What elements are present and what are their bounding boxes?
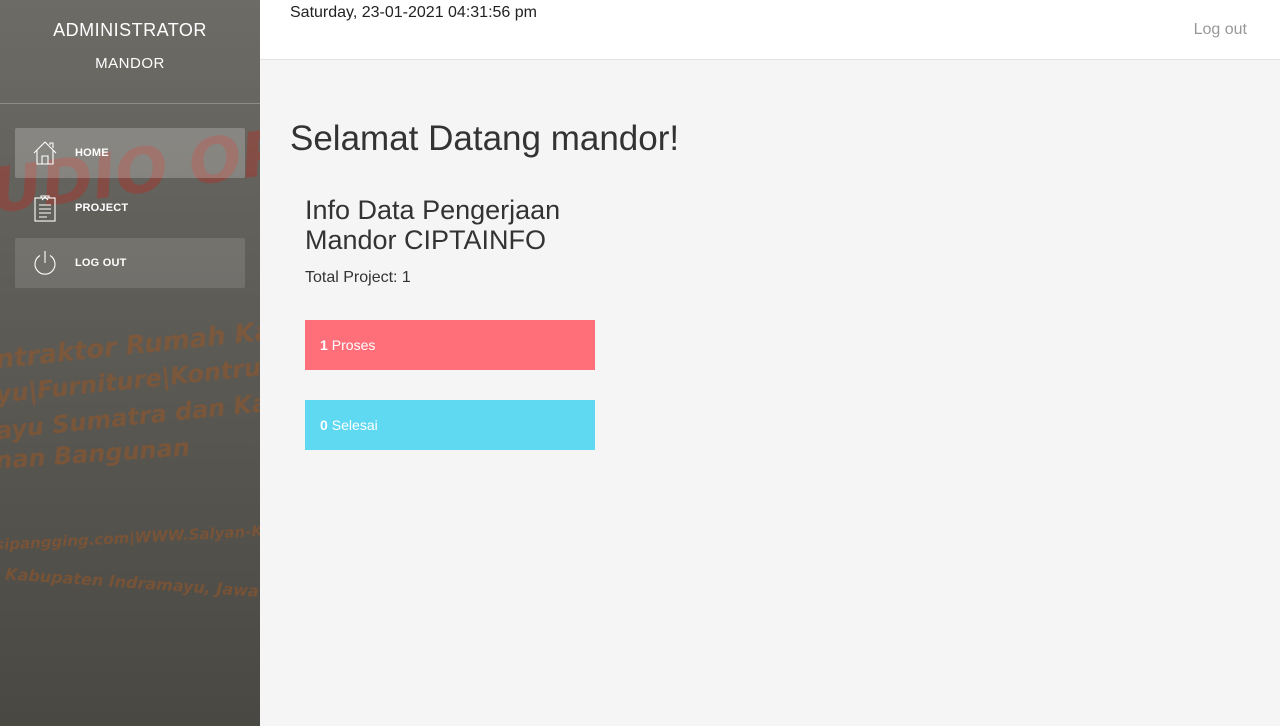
sidebar-item-home[interactable]: HOME [15, 128, 245, 178]
sidebar-item-label: LOG OUT [75, 257, 127, 269]
sidebar-background-watermark: yu|Furniture|Kontruksi [0, 349, 260, 409]
sidebar-background-watermark: Kabupaten Indramayu, Jawa Barat [4, 564, 260, 605]
stat-label: Selesai [331, 417, 378, 433]
stat-proses: 1 Proses [305, 320, 595, 370]
sidebar-nav: HOME PROJECT LOG OUT [15, 128, 245, 293]
sidebar: UDIO OPTI ntraktor Rumah Kay yu|Furnitur… [0, 0, 260, 726]
sidebar-background-watermark: ayu Sumatra dan Kalima [0, 382, 260, 446]
sidebar-background-watermark: sipangging.com|WWW.Salyan-Kontr [0, 520, 260, 554]
sidebar-item-project[interactable]: PROJECT [15, 183, 245, 233]
stat-count: 1 [320, 337, 328, 353]
clipboard-icon [15, 194, 75, 222]
user-role: ADMINISTRATOR [53, 20, 207, 40]
total-project: Total Project: 1 [305, 269, 411, 286]
logout-link[interactable]: Log out [1194, 21, 1247, 39]
info-title-line: Mandor CIPTAINFO [305, 225, 547, 255]
power-icon [15, 250, 75, 276]
stat-selesai: 0 Selesai [305, 400, 595, 450]
page-title: Selamat Datang mandor! [290, 119, 680, 158]
main-content: Selamat Datang mandor! Info Data Pengerj… [260, 60, 1280, 726]
username: MANDOR [95, 55, 165, 72]
home-icon [15, 140, 75, 166]
top-bar: Saturday, 23-01-2021 04:31:56 pm Log out [260, 0, 1280, 60]
sidebar-item-logout[interactable]: LOG OUT [15, 238, 245, 288]
sidebar-header: ADMINISTRATOR MANDOR [0, 0, 260, 104]
current-datetime: Saturday, 23-01-2021 04:31:56 pm [290, 4, 537, 21]
info-title: Info Data Pengerjaan Mandor CIPTAINFO [305, 195, 560, 255]
sidebar-item-label: PROJECT [75, 202, 129, 214]
sidebar-item-label: HOME [75, 147, 109, 159]
sidebar-background-watermark: ntraktor Rumah Kay [0, 314, 260, 376]
stat-label: Proses [331, 337, 376, 353]
info-title-line: Info Data Pengerjaan [305, 195, 561, 225]
sidebar-background-watermark: nan Bangunan [0, 433, 191, 475]
stat-count: 0 [320, 417, 328, 433]
